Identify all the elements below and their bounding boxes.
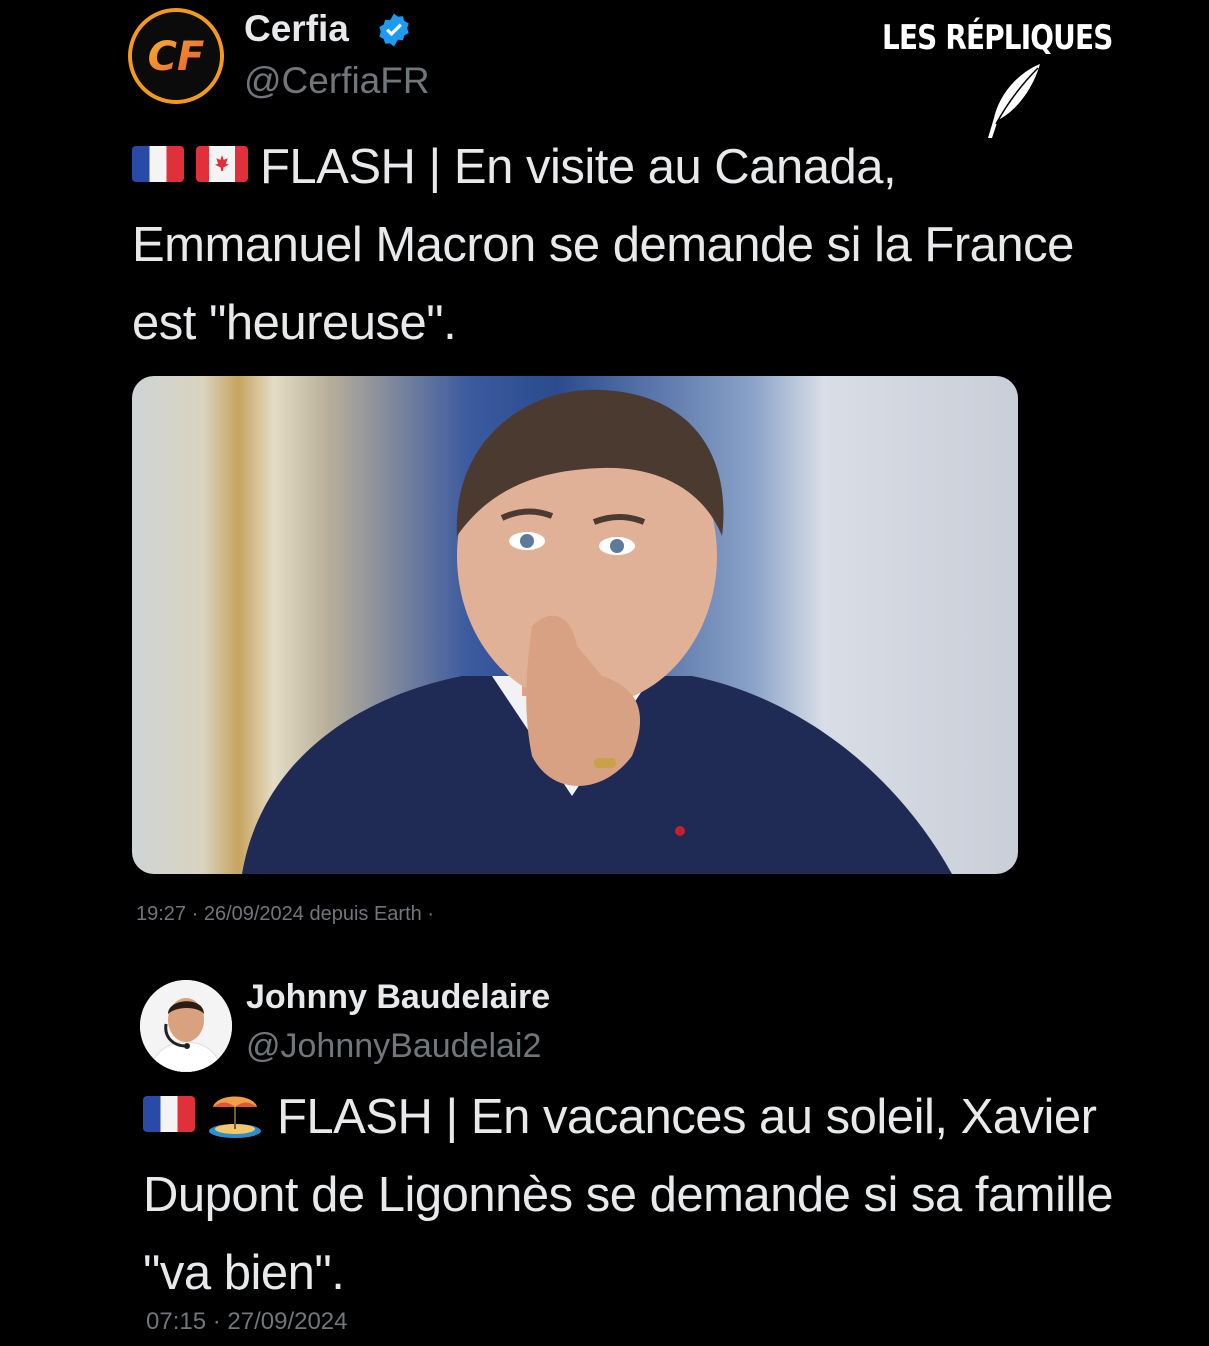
watermark: LES RÉPLIQUES <box>880 18 1140 138</box>
tweet-body: FLASH | En vacances au soleil, Xavier Du… <box>143 1090 1114 1300</box>
avatar-cerfia[interactable]: CF <box>128 8 224 104</box>
author-name[interactable]: Johnny Baudelaire <box>246 978 550 1017</box>
svg-text:CF: CF <box>148 34 205 80</box>
tweet-text: FLASH | En vacances au soleil, Xavier Du… <box>143 1078 1183 1312</box>
photo-pensive-man-icon <box>242 389 952 874</box>
tweet-body: FLASH | En visite au Canada, Emmanuel Ma… <box>132 140 1074 350</box>
author-handle[interactable]: @CerfiaFR <box>244 60 430 102</box>
beach-umbrella-icon <box>209 1096 261 1139</box>
avatar-johnny[interactable] <box>140 980 232 1072</box>
flag-canada-icon <box>196 146 248 183</box>
author-name[interactable]: Cerfia <box>244 8 349 50</box>
author-handle[interactable]: @JohnnyBaudelai2 <box>246 1027 541 1066</box>
tweet-timestamp[interactable]: 19:27 · 26/09/2024 depuis Earth · <box>136 903 434 926</box>
flag-france-icon <box>132 146 184 183</box>
tweet-text: FLASH | En visite au Canada, Emmanuel Ma… <box>132 128 1132 362</box>
watermark-text: LES RÉPLIQUES <box>882 18 1113 58</box>
avatar-person-icon <box>140 980 232 1072</box>
cerfia-logo-icon: CF <box>132 12 220 100</box>
tweet-timestamp[interactable]: 07:15 · 27/09/2024 <box>146 1308 348 1336</box>
verified-badge-icon <box>379 13 409 47</box>
tweet-photo[interactable] <box>132 376 1018 874</box>
flag-france-icon <box>143 1096 195 1133</box>
